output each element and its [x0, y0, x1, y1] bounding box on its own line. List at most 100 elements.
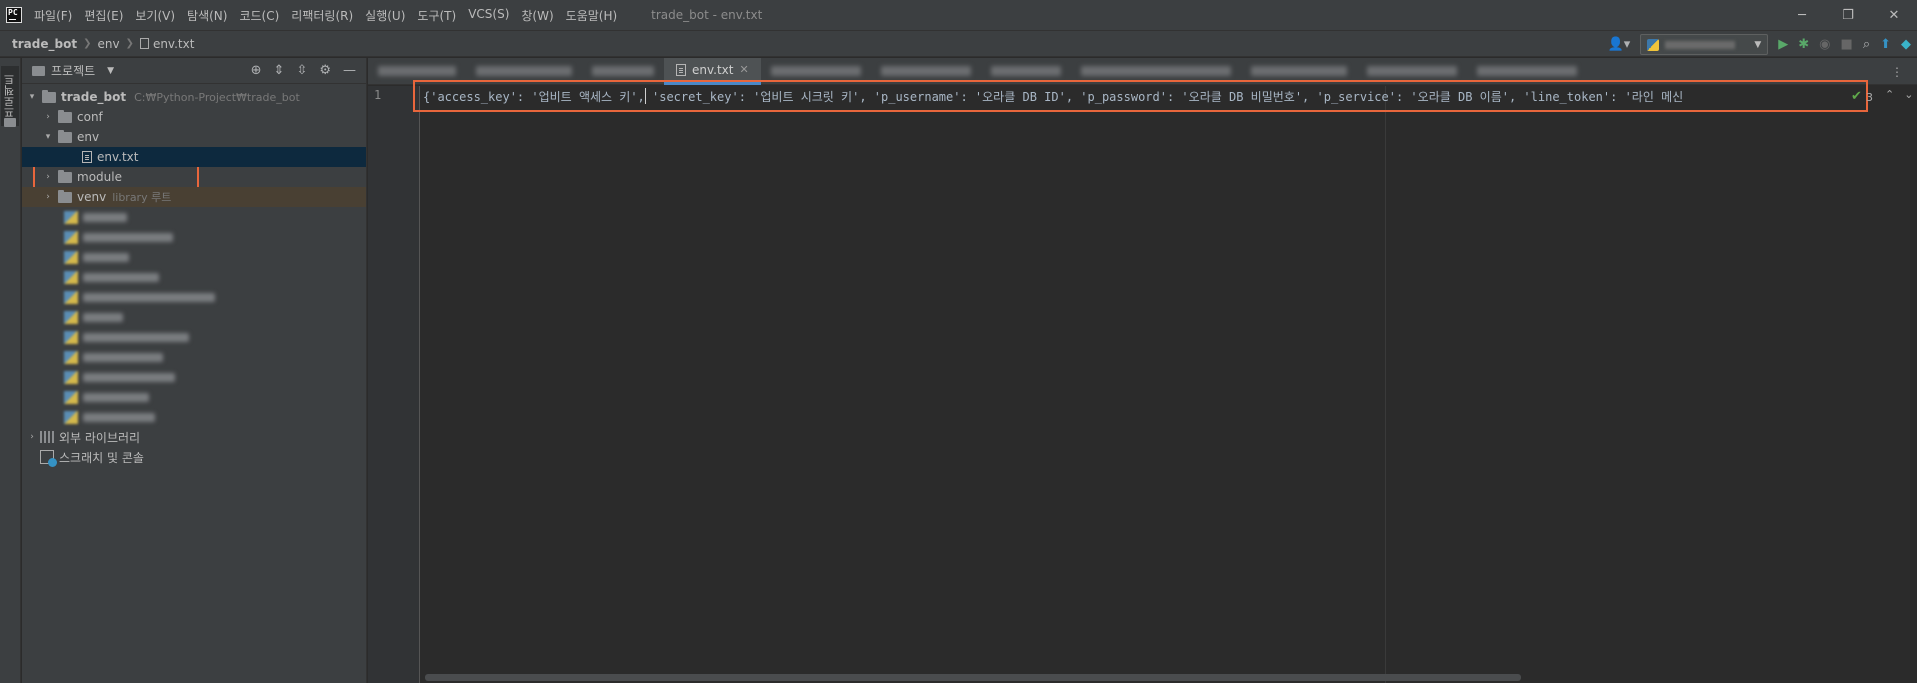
tree-item-label: env — [77, 130, 100, 144]
restore-icon[interactable]: ❐ — [1825, 0, 1871, 30]
chevron-down-icon[interactable]: ▾ — [42, 132, 54, 142]
chevron-down-icon: ▼ — [1754, 39, 1762, 50]
tree-row-scratches[interactable]: 스크래치 및 콘솔 — [22, 447, 366, 467]
close-icon[interactable]: ✕ — [1871, 0, 1917, 30]
tree-row-external-libraries[interactable]: › 외부 라이브러리 — [22, 427, 366, 447]
redacted-label — [83, 392, 149, 402]
menu-edit[interactable]: 편집(E) — [84, 7, 123, 24]
chevron-down-icon[interactable]: ▾ — [26, 92, 38, 102]
right-margin-guide — [1385, 86, 1386, 683]
more-tabs-icon[interactable]: ⋮ — [1891, 65, 1903, 79]
menu-vcs[interactable]: VCS(S) — [468, 7, 509, 24]
expand-all-icon[interactable]: ⇕ — [274, 63, 285, 78]
tree-row-redacted[interactable] — [22, 267, 366, 287]
folder-icon — [58, 169, 72, 183]
redacted-label — [83, 312, 123, 322]
toolbar-right: 👤▾ ▼ ▶ ✱ ◉ ■ ⌕ ⬆ ◆ — [1608, 31, 1911, 58]
tree-row-redacted[interactable] — [22, 407, 366, 427]
tab-redacted[interactable] — [770, 66, 861, 76]
redacted-label — [83, 272, 159, 282]
tree-row-env[interactable]: ▾ env — [22, 127, 366, 147]
chevron-right-icon: ❯ — [125, 38, 134, 49]
menu-run[interactable]: 실행(U) — [365, 7, 405, 24]
run-icon[interactable]: ▶ — [1778, 37, 1788, 52]
tree-row-redacted[interactable] — [22, 367, 366, 387]
minimize-icon[interactable]: ─ — [1779, 0, 1825, 30]
coverage-icon[interactable]: ◉ — [1819, 37, 1830, 52]
breadcrumb-folder[interactable]: env — [97, 37, 119, 51]
menu-tools[interactable]: 도구(T) — [417, 7, 456, 24]
stop-icon[interactable]: ■ — [1841, 37, 1853, 52]
main-menu: 파일(F) 편집(E) 보기(V) 탐색(N) 코드(C) 리팩터링(R) 실행… — [34, 7, 629, 24]
tab-redacted[interactable] — [1080, 66, 1231, 76]
tab-redacted[interactable] — [880, 66, 971, 76]
chevron-down-icon[interactable]: ▼ — [107, 66, 114, 76]
debug-icon[interactable]: ✱ — [1798, 37, 1809, 52]
hide-icon[interactable]: — — [343, 63, 356, 78]
tab-redacted[interactable] — [378, 66, 456, 76]
collapse-all-icon[interactable]: ⇳ — [296, 63, 307, 78]
menu-navigate[interactable]: 탐색(N) — [187, 7, 227, 24]
gear-icon[interactable]: ⚙ — [319, 63, 331, 78]
tab-redacted[interactable] — [990, 66, 1061, 76]
text-file-icon — [82, 151, 92, 163]
tree-row-redacted[interactable] — [22, 347, 366, 367]
pycharm-logo-icon: PC — [6, 7, 22, 23]
editor-area[interactable] — [421, 86, 1917, 683]
tree-row-redacted[interactable] — [22, 307, 366, 327]
redacted-label — [83, 412, 155, 422]
tree-row-root[interactable]: ▾ trade_bot C:₩Python-Project₩trade_bot — [22, 87, 366, 107]
update-icon[interactable]: ⬆ — [1880, 37, 1891, 52]
tree-row-redacted[interactable] — [22, 207, 366, 227]
tree-item-label: 외부 라이브러리 — [59, 430, 141, 445]
project-tree: ▾ trade_bot C:₩Python-Project₩trade_bot … — [22, 84, 366, 467]
chevron-right-icon[interactable]: › — [42, 192, 54, 202]
tab-redacted[interactable] — [592, 66, 654, 76]
tree-row-redacted[interactable] — [22, 227, 366, 247]
chevron-right-icon[interactable]: › — [42, 172, 54, 182]
close-icon[interactable]: ✕ — [739, 63, 748, 76]
project-panel-title[interactable]: 프로젝트 — [51, 62, 95, 79]
menu-file[interactable]: 파일(F) — [34, 7, 72, 24]
search-icon[interactable]: ⌕ — [1863, 37, 1870, 52]
locate-icon[interactable]: ⊕ — [251, 63, 262, 78]
project-panel-tools: ⊕ ⇕ ⇳ ⚙ — — [251, 63, 356, 78]
horizontal-scrollbar[interactable] — [425, 674, 1521, 681]
tab-redacted[interactable] — [1250, 66, 1347, 76]
breadcrumb: trade_bot ❯ env ❯ env.txt — [12, 37, 194, 51]
redacted-label — [83, 252, 129, 262]
breadcrumb-file[interactable]: env.txt — [153, 37, 194, 51]
menu-view[interactable]: 보기(V) — [135, 7, 175, 24]
run-configuration-select[interactable]: ▼ — [1640, 34, 1769, 55]
chevron-up-icon[interactable]: ⌃ — [1885, 88, 1894, 101]
tree-row-redacted[interactable] — [22, 287, 366, 307]
run-configuration-name — [1665, 40, 1736, 49]
chevron-right-icon[interactable]: › — [42, 112, 54, 122]
library-icon — [40, 431, 54, 443]
user-icon[interactable]: 👤▾ — [1608, 37, 1631, 52]
tree-row-redacted[interactable] — [22, 247, 366, 267]
menu-help[interactable]: 도움말(H) — [566, 7, 618, 24]
tree-row-module[interactable]: › module — [22, 167, 366, 187]
tree-row-redacted[interactable] — [22, 327, 366, 347]
tab-redacted[interactable] — [476, 66, 572, 76]
python-file-icon — [64, 250, 78, 264]
project-tool-tab[interactable]: 프로젝트 — [1, 66, 19, 126]
tree-row-venv[interactable]: › venv library 루트 — [22, 187, 366, 207]
tree-row-env-txt[interactable]: env.txt — [22, 147, 366, 167]
toolbox-icon[interactable]: ◆ — [1901, 37, 1911, 52]
checkmark-icon[interactable]: ✔ — [1851, 89, 1862, 104]
redacted-label — [83, 232, 173, 242]
tab-redacted[interactable] — [1366, 66, 1457, 76]
tree-row-redacted[interactable] — [22, 387, 366, 407]
menu-window[interactable]: 창(W) — [521, 7, 553, 24]
python-file-icon — [64, 270, 78, 284]
tree-root-label: trade_bot — [61, 90, 127, 104]
tree-row-conf[interactable]: › conf — [22, 107, 366, 127]
breadcrumb-project[interactable]: trade_bot — [12, 37, 77, 51]
tab-redacted[interactable] — [1476, 66, 1577, 76]
chevron-right-icon[interactable]: › — [26, 432, 38, 442]
chevron-down-icon[interactable]: ⌄ — [1904, 88, 1913, 101]
menu-refactor[interactable]: 리팩터링(R) — [291, 7, 353, 24]
menu-code[interactable]: 코드(C) — [239, 7, 279, 24]
